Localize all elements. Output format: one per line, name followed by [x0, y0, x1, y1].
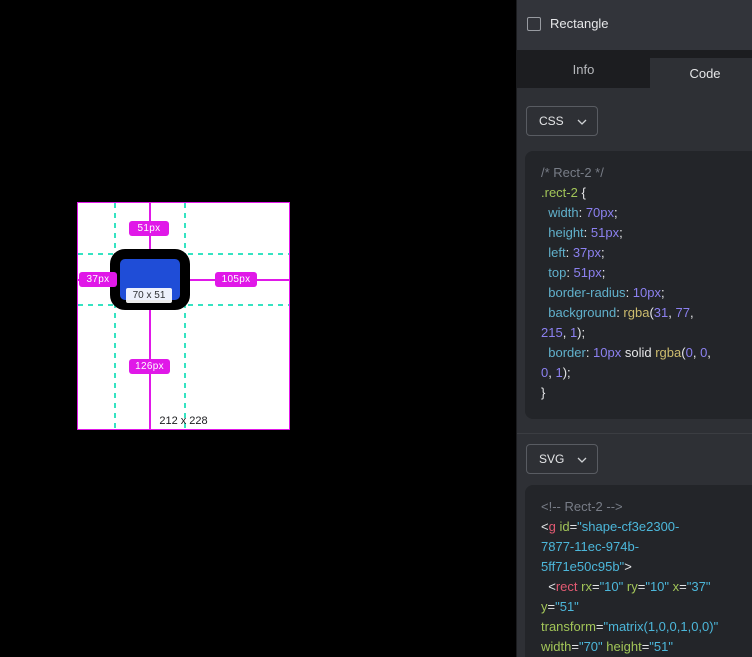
tab-info[interactable]: Info: [517, 50, 650, 88]
artboard[interactable]: 51px 37px 105px 126px 70 x 51 212 x 228: [78, 203, 289, 429]
chevron-down-icon: [577, 119, 587, 125]
css-language-select[interactable]: CSS: [526, 106, 598, 136]
measurement-badge-left: 37px: [79, 272, 117, 287]
chevron-down-icon: [577, 457, 587, 463]
svg-language-select-value: SVG: [539, 452, 564, 466]
canvas-viewport[interactable]: 51px 37px 105px 126px 70 x 51 212 x 228: [0, 0, 516, 657]
layer-checkbox[interactable]: [527, 17, 541, 31]
tab-row: Info Code: [517, 50, 752, 88]
app-window: 51px 37px 105px 126px 70 x 51 212 x 228 …: [0, 0, 752, 657]
guide-vertical-left: [114, 203, 116, 429]
panel-header: Rectangle: [517, 0, 752, 50]
measurement-badge-bottom: 126px: [129, 359, 170, 374]
svg-code-block[interactable]: <!-- Rect-2 --><g id="shape-cf3e2300-787…: [525, 485, 752, 657]
guide-vertical-right: [184, 203, 186, 429]
css-code-block[interactable]: /* Rect-2 */.rect-2 { width: 70px; heigh…: [525, 151, 752, 419]
section-divider: [517, 433, 752, 434]
measurement-badge-right: 105px: [215, 272, 257, 287]
inspect-panel: Rectangle Info Code CSS /* Rect-2 */.rec…: [516, 0, 752, 657]
measure-line-vertical: [149, 203, 151, 429]
css-language-select-value: CSS: [539, 114, 564, 128]
measurement-badge-top: 51px: [129, 221, 169, 236]
tab-code[interactable]: Code: [650, 58, 752, 88]
selection-size-label: 70 x 51: [126, 288, 172, 303]
layer-name-label: Rectangle: [550, 16, 609, 31]
board-size-label: 212 x 228: [78, 415, 289, 427]
svg-language-select[interactable]: SVG: [526, 444, 598, 474]
